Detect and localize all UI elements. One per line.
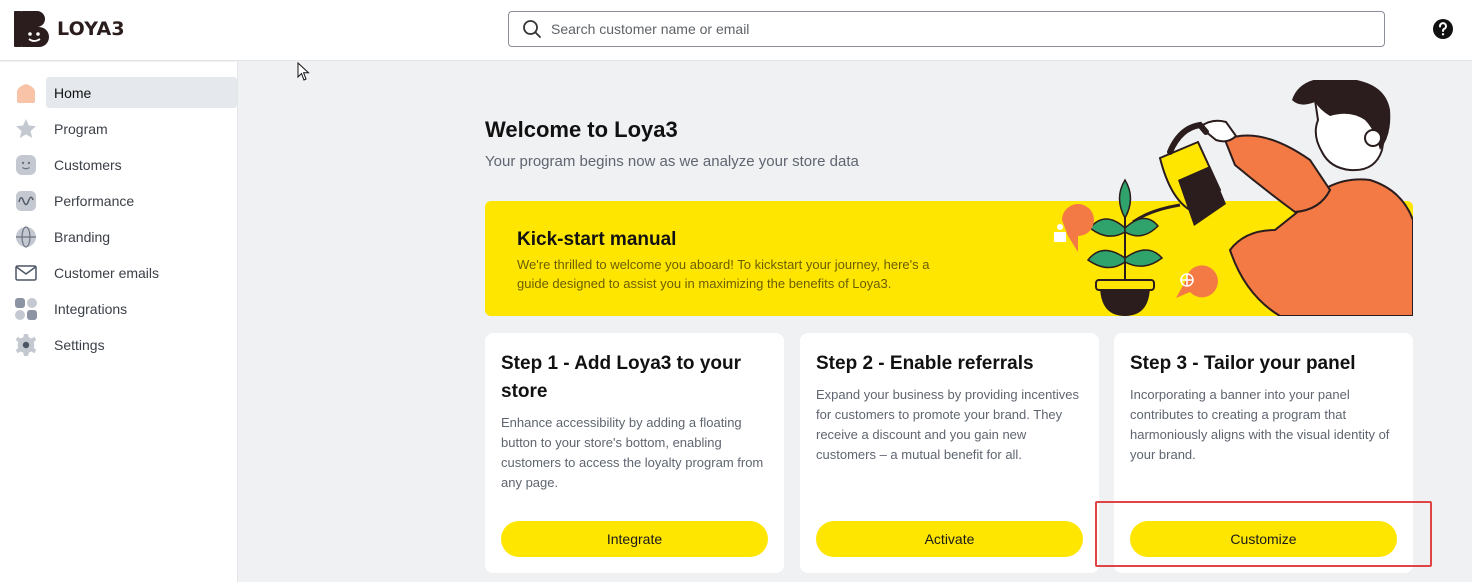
sidebar-item-home[interactable]: Home (0, 77, 238, 109)
performance-icon (16, 191, 36, 211)
step-title: Step 1 - Add Loya3 to your store (501, 353, 741, 402)
customize-button[interactable]: Customize (1130, 521, 1397, 557)
watering-plant-illustration (1054, 80, 1413, 316)
step-description: Enhance accessibility by adding a floati… (501, 415, 764, 490)
search-bar[interactable] (508, 11, 1385, 47)
page-subtitle: Your program begins now as we analyze yo… (485, 153, 859, 170)
page-title: Welcome to Loya3 (485, 117, 678, 142)
home-icon (17, 84, 35, 103)
help-icon[interactable] (1432, 18, 1454, 40)
integrations-icon (15, 298, 37, 320)
sidebar-item-label: Performance (54, 193, 135, 209)
star-icon (16, 119, 36, 138)
sidebar-item-integrations[interactable]: Integrations (0, 293, 238, 325)
sidebar: Home Program Customers Performance Brand… (0, 62, 238, 582)
logo[interactable]: LOYA3 (13, 10, 125, 48)
gear-icon (15, 334, 37, 356)
sidebar-item-label: Integrations (54, 301, 128, 317)
sidebar-item-branding[interactable]: Branding (0, 221, 238, 253)
customers-icon (16, 155, 36, 175)
sidebar-item-label: Settings (54, 337, 105, 353)
sidebar-item-label: Home (54, 85, 92, 101)
top-bar: LOYA3 (0, 0, 1472, 61)
step-card-referrals: Step 2 - Enable referrals Expand your bu… (800, 333, 1099, 573)
step-description: Incorporating a banner into your panel c… (1130, 387, 1390, 462)
activate-button[interactable]: Activate (816, 521, 1083, 557)
step-title: Step 2 - Enable referrals (816, 353, 1034, 374)
sidebar-item-label: Branding (54, 229, 111, 245)
step-card-integrate: Step 1 - Add Loya3 to your store Enhance… (485, 333, 784, 573)
search-input[interactable] (551, 21, 1371, 37)
banner-text: We're thrilled to welcome you aboard! To… (517, 257, 930, 291)
mouse-cursor-icon (297, 62, 310, 81)
globe-icon (16, 226, 36, 248)
app-name: LOYA3 (57, 18, 125, 40)
sidebar-item-customers[interactable]: Customers (0, 149, 238, 181)
sidebar-item-performance[interactable]: Performance (0, 185, 238, 217)
sidebar-item-customer-emails[interactable]: Customer emails (0, 257, 238, 289)
loya3-logo-icon (14, 11, 49, 47)
sidebar-item-label: Program (54, 121, 108, 137)
sidebar-item-label: Customers (54, 157, 122, 173)
step-description: Expand your business by providing incent… (816, 387, 1080, 462)
sidebar-item-program[interactable]: Program (0, 113, 238, 145)
step-card-customize: Step 3 - Tailor your panel Incorporating… (1114, 333, 1413, 573)
integrate-button[interactable]: Integrate (501, 521, 768, 557)
step-title: Step 3 - Tailor your panel (1130, 353, 1356, 374)
banner-title: Kick-start manual (517, 229, 677, 250)
envelope-icon (15, 265, 37, 281)
search-icon (523, 20, 541, 38)
sidebar-item-settings[interactable]: Settings (0, 329, 238, 361)
sidebar-item-label: Customer emails (54, 265, 160, 281)
